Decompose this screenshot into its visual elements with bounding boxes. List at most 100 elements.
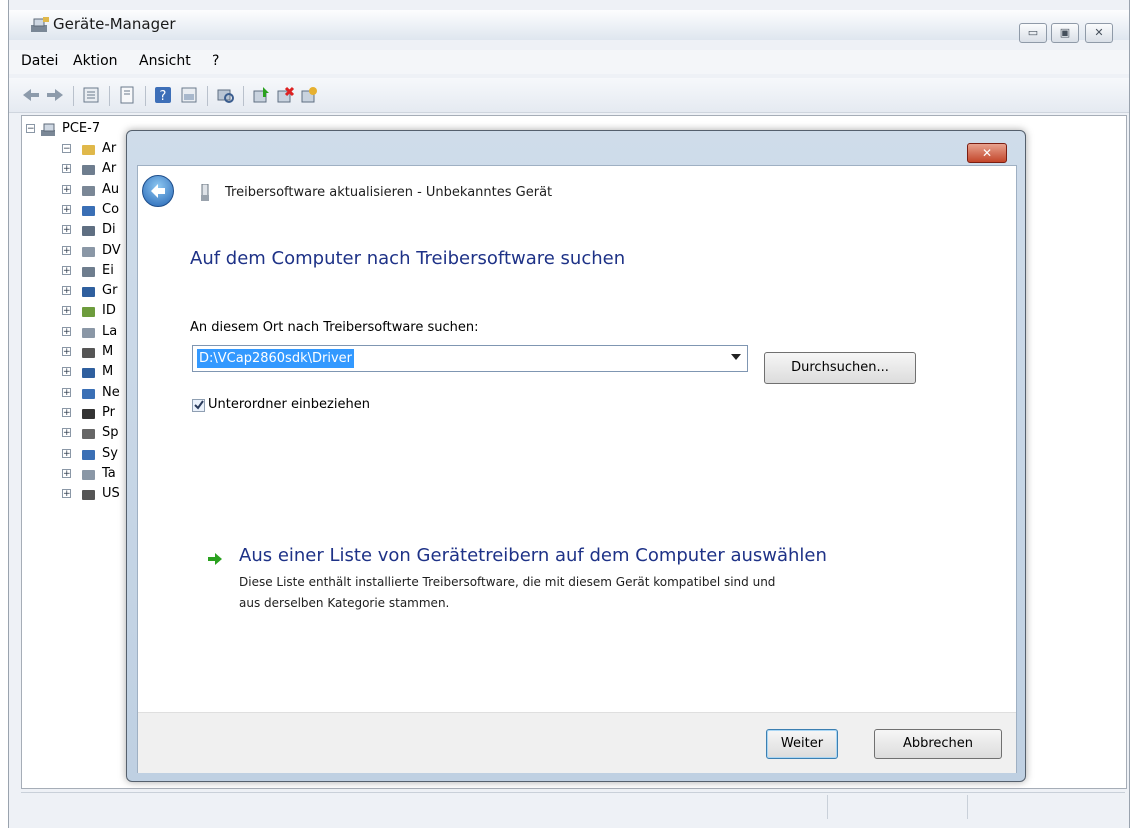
window-title: Geräte-Manager: [53, 15, 176, 33]
tree-item-label: Sp: [102, 425, 119, 441]
description-line-1: Diese Liste enthält installierte Treiber…: [239, 575, 776, 589]
tree-item-label: M: [102, 364, 114, 380]
computer-icon: [41, 123, 55, 136]
menu-help[interactable]: ?: [212, 53, 219, 69]
expand-icon[interactable]: +: [62, 164, 71, 174]
menu-ansicht[interactable]: Ansicht: [139, 53, 191, 69]
display-adapter-icon: [82, 287, 95, 298]
expand-icon[interactable]: +: [62, 448, 71, 458]
monitor-icon: [82, 368, 95, 379]
expand-icon[interactable]: +: [62, 428, 71, 438]
tree-item-label: Ei: [102, 262, 114, 278]
choose-from-list-link[interactable]: Aus einer Liste von Gerätetreibern auf d…: [239, 545, 827, 566]
tree-item-label: Ar: [102, 161, 117, 177]
dialog-footer: Weiter Abbrechen: [138, 712, 1016, 773]
tree-item-label: M: [102, 344, 114, 359]
toolbar: ?: [9, 78, 1129, 113]
disk-drive-icon: [82, 226, 95, 237]
mouse-icon: [82, 348, 95, 358]
dialog-content: Treibersoftware aktualisieren - Unbekann…: [137, 165, 1017, 773]
dialog-close-button[interactable]: ✕: [967, 143, 1007, 163]
audio-icon: [82, 185, 95, 196]
close-window-button[interactable]: ✕: [1085, 23, 1113, 43]
usb-device-icon: [201, 184, 209, 201]
minimize-button[interactable]: ▭: [1019, 23, 1047, 43]
page-heading: Auf dem Computer nach Treibersoftware su…: [190, 248, 626, 269]
expand-icon[interactable]: +: [62, 407, 71, 417]
properties-icon[interactable]: [117, 85, 137, 105]
expand-icon[interactable]: +: [62, 204, 71, 214]
tree-item-label: Sy: [102, 445, 118, 461]
tree-item-label: Au: [102, 181, 120, 197]
collapse-icon[interactable]: −: [26, 124, 35, 134]
expand-icon[interactable]: +: [62, 347, 71, 357]
svg-text:?: ?: [160, 89, 167, 104]
help-icon[interactable]: ?: [153, 85, 173, 105]
update-driver-dialog: ✕ Treibersoftware aktualisieren - Unbeka…: [126, 130, 1026, 782]
tree-item-label: Ar: [102, 141, 117, 156]
storage-icon: [82, 429, 95, 440]
description-line-2: aus derselben Kategorie stammen.: [239, 596, 450, 610]
scan-hardware-icon[interactable]: [215, 85, 235, 105]
tree-item-label: Ta: [102, 465, 116, 481]
tree-item-label: Gr: [102, 283, 118, 299]
tree-item-label: Pr: [102, 404, 115, 420]
search-location-label: An diesem Ort nach Treibersoftware suche…: [190, 320, 479, 335]
next-button[interactable]: Weiter: [766, 729, 838, 759]
back-button[interactable]: [142, 175, 174, 207]
expand-icon[interactable]: +: [62, 306, 71, 316]
expand-icon[interactable]: +: [62, 367, 71, 377]
include-subfolders-label[interactable]: Unterordner einbeziehen: [208, 397, 370, 412]
menu-datei[interactable]: Datei: [21, 53, 58, 69]
dvd-drive-icon: [82, 246, 95, 257]
driver-path-combobox[interactable]: D:\VCap2860sdk\Driver: [192, 345, 748, 372]
processor-icon: [82, 408, 95, 419]
update-driver-icon[interactable]: [251, 85, 271, 105]
tree-item-label: Ne: [102, 384, 120, 400]
expand-icon[interactable]: +: [62, 489, 71, 499]
chevron-down-icon[interactable]: [731, 354, 741, 360]
unknown-device-icon: [82, 145, 95, 155]
maximize-button[interactable]: ▣: [1051, 23, 1079, 43]
choose-from-list-description: Diese Liste enthält installierte Treiber…: [239, 572, 775, 614]
tree-item-label: La: [102, 323, 118, 339]
tree-item-label: ID: [102, 303, 116, 319]
tree-item-label: Co: [102, 201, 120, 217]
expand-icon[interactable]: +: [62, 245, 71, 255]
expand-icon[interactable]: +: [62, 225, 71, 235]
back-arrow-icon[interactable]: [21, 85, 41, 105]
expand-icon[interactable]: +: [62, 286, 71, 296]
include-subfolders-checkbox[interactable]: [192, 399, 205, 412]
menu-aktion[interactable]: Aktion: [73, 53, 118, 69]
driver-path-value[interactable]: D:\VCap2860sdk\Driver: [197, 349, 354, 368]
network-adapter-icon: [82, 165, 95, 176]
checkmark-icon: [194, 400, 204, 410]
ide-controller-icon: [82, 307, 95, 318]
collapse-icon[interactable]: −: [62, 144, 71, 154]
browse-button[interactable]: Durchsuchen...: [764, 352, 916, 384]
menu-bar: Datei Aktion Ansicht ?: [9, 50, 1129, 74]
tree-root-label: PCE-7: [62, 121, 101, 136]
network-icon: [82, 388, 95, 399]
expand-icon[interactable]: +: [62, 468, 71, 478]
expand-icon[interactable]: +: [62, 184, 71, 194]
disable-icon[interactable]: [299, 85, 319, 105]
view-icon[interactable]: [179, 85, 199, 105]
drive-icon: [82, 327, 95, 338]
cancel-button[interactable]: Abbrechen: [874, 729, 1002, 759]
expand-icon[interactable]: +: [62, 326, 71, 336]
usb-icon: [82, 490, 95, 501]
show-hide-tree-icon[interactable]: [81, 85, 101, 105]
tree-item-label: US: [102, 486, 120, 502]
expand-icon[interactable]: +: [62, 265, 71, 275]
device-manager-icon: [31, 17, 49, 32]
input-device-icon: [82, 266, 95, 277]
tree-item-label: Di: [102, 222, 116, 238]
expand-icon[interactable]: +: [62, 387, 71, 397]
status-bar: [21, 792, 1125, 823]
uninstall-icon[interactable]: [275, 85, 295, 105]
green-arrow-icon: [208, 553, 222, 565]
tree-item-label: DV: [102, 242, 121, 258]
forward-arrow-icon[interactable]: [45, 85, 65, 105]
window-title-bar[interactable]: Geräte-Manager ▭ ▣ ✕: [9, 10, 1129, 43]
